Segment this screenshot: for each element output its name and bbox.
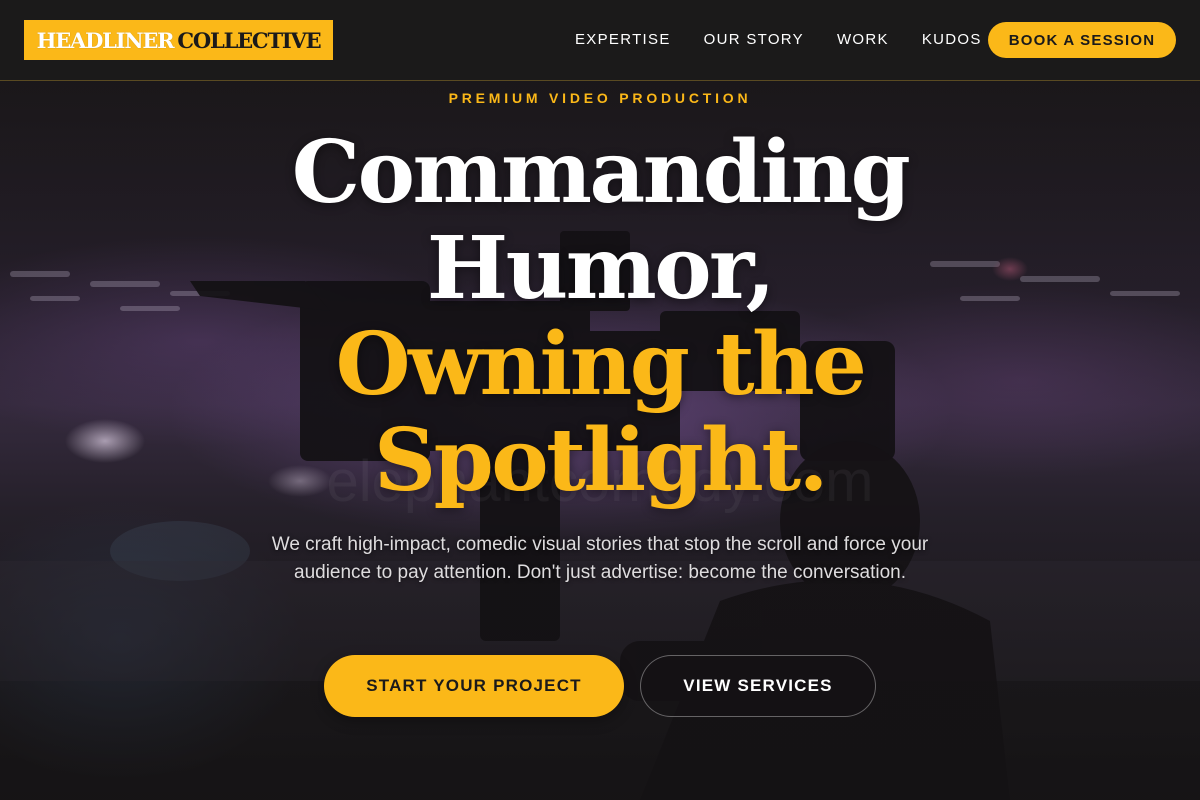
hero-eyebrow: PREMIUM VIDEO PRODUCTION <box>448 90 752 106</box>
site-header: HEADLINER COLLECTIVE EXPERTISE OUR STORY… <box>0 0 1200 81</box>
headline-line-3: Owning the <box>335 314 867 415</box>
view-services-button[interactable]: VIEW SERVICES <box>640 655 876 717</box>
nav-item-expertise[interactable]: EXPERTISE <box>575 30 671 50</box>
logo-word-collective: COLLECTIVE <box>177 27 321 53</box>
headline-line-4: Spotlight. <box>374 410 829 511</box>
main-nav: EXPERTISE OUR STORY WORK KUDOS <box>575 30 982 50</box>
hero-headline: Commanding Humor, Owning the Spotlight. <box>200 125 1000 509</box>
headline-line-1: Commanding <box>291 122 911 223</box>
brand-logo[interactable]: HEADLINER COLLECTIVE <box>24 20 333 60</box>
book-session-button[interactable]: BOOK A SESSION <box>988 22 1176 58</box>
hero-section: PREMIUM VIDEO PRODUCTION Commanding Humo… <box>0 81 1200 800</box>
nav-item-work[interactable]: WORK <box>837 30 889 50</box>
headline-line-2: Humor, <box>426 218 776 319</box>
nav-item-our-story[interactable]: OUR STORY <box>704 30 804 50</box>
hero-subtext: We craft high-impact, comedic visual sto… <box>271 534 929 583</box>
start-project-button[interactable]: START YOUR PROJECT <box>324 655 624 717</box>
logo-word-headliner: HEADLINER <box>36 27 175 53</box>
nav-item-kudos[interactable]: KUDOS <box>922 30 982 50</box>
